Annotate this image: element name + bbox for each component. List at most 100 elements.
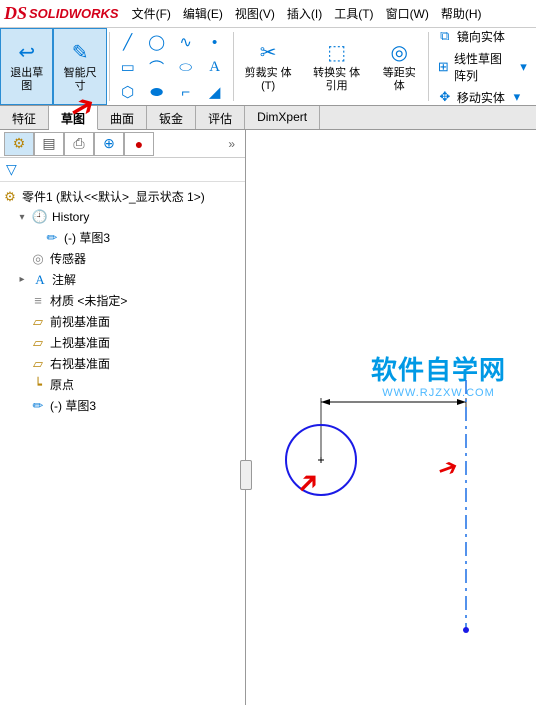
panel-tab-dimxpert[interactable]: ⊕ — [94, 132, 124, 156]
menu-tools[interactable]: 工具(T) — [329, 2, 378, 25]
tree-root-label: 零件1 (默认<<默认>_显示状态 1>) — [22, 188, 205, 205]
menu-help[interactable]: 帮助(H) — [436, 2, 487, 25]
mirror-label: 镜向实体 — [457, 28, 505, 45]
app-logo: DS SOLIDWORKS — [4, 3, 119, 24]
tree-annotations-label: 注解 — [52, 271, 76, 288]
dimxpert-icon: ⊕ — [103, 135, 115, 152]
history-icon: 🕘 — [32, 209, 48, 225]
panel-tab-property[interactable]: ▤ — [34, 132, 64, 156]
tree-history[interactable]: ▾ 🕘 History — [2, 207, 243, 227]
offset-icon: ◎ — [391, 41, 408, 65]
logo-text: SOLIDWORKS — [29, 6, 119, 21]
tree-sketch3[interactable]: ✏ (-) 草图3 — [2, 395, 243, 416]
circle-tool-icon[interactable]: ◯ — [144, 31, 170, 53]
tree-history-label: History — [52, 210, 89, 224]
convert-icon: ⬚ — [327, 41, 346, 65]
mirror-button[interactable]: ⧉ 镜向实体 — [435, 27, 532, 46]
linear-pattern-label: 线性草图阵列 — [454, 50, 513, 84]
sketch-icon: ✏ — [44, 230, 60, 246]
tree-sensors[interactable]: ◎ 传感器 — [2, 248, 243, 269]
move-button[interactable]: ✥ 移动实体 ▾ — [435, 88, 532, 107]
dropdown-icon: ▾ — [517, 59, 530, 75]
filter-icon[interactable]: ▽ — [6, 161, 17, 178]
menu-edit[interactable]: 编辑(E) — [178, 2, 228, 25]
text-tool-icon[interactable]: A — [202, 56, 228, 78]
tree-top-label: 上视基准面 — [50, 334, 110, 351]
sensors-icon: ◎ — [30, 251, 46, 267]
exit-sketch-button[interactable]: ↩ 退出草 图 — [0, 28, 53, 105]
exit-sketch-icon: ↩ — [18, 41, 35, 65]
chamfer-tool-icon[interactable]: ◢ — [202, 81, 228, 103]
convert-button[interactable]: ⬚ 转换实 体引用 — [301, 28, 373, 105]
panel-tab-appearance[interactable]: ● — [124, 132, 154, 156]
tree-annotations[interactable]: ▸ A 注解 — [2, 269, 243, 290]
tree-origin[interactable]: ┕ 原点 — [2, 374, 243, 395]
tab-evaluate[interactable]: 评估 — [196, 106, 245, 129]
arc-tool-icon[interactable]: ⌒ — [144, 56, 170, 78]
tab-surface[interactable]: 曲面 — [98, 106, 147, 129]
panel-tab-feature-tree[interactable]: ⚙ — [4, 132, 34, 156]
spline-tool-icon[interactable]: ∿ — [173, 31, 199, 53]
trim-label: 剪裁实 体(T) — [243, 67, 294, 93]
feature-tree-icon: ⚙ — [13, 135, 26, 152]
sketch-tools-grid: ╱ ◯ ∿ • ▭ ⌒ ⬭ A ⬡ ⬬ ⌐ ◢ — [112, 28, 231, 105]
move-label: 移动实体 — [457, 89, 505, 106]
tree-sketch3a-label: (-) 草图3 — [64, 229, 110, 246]
menu-bar: DS SOLIDWORKS 文件(F) 编辑(E) 视图(V) 插入(I) 工具… — [0, 0, 536, 28]
config-icon: ⎙ — [73, 135, 84, 152]
panel-tabs: ⚙ ▤ ⎙ ⊕ ● » — [0, 130, 245, 158]
tab-feature[interactable]: 特征 — [0, 106, 49, 129]
tree-sensors-label: 传感器 — [50, 250, 86, 267]
appearance-icon: ● — [135, 136, 143, 152]
menu-insert[interactable]: 插入(I) — [282, 2, 327, 25]
tree-front-plane[interactable]: ▱ 前视基准面 — [2, 311, 243, 332]
menu-window[interactable]: 窗口(W) — [381, 2, 434, 25]
convert-label: 转换实 体引用 — [308, 67, 366, 93]
tree-root[interactable]: ⚙ 零件1 (默认<<默认>_显示状态 1>) — [2, 186, 243, 207]
mirror-icon: ⧉ — [437, 28, 453, 44]
tree-front-label: 前视基准面 — [50, 313, 110, 330]
ribbon-separator — [109, 32, 110, 101]
ribbon-separator — [428, 32, 429, 101]
logo-ds-icon: DS — [4, 3, 27, 24]
dropdown-icon: ▾ — [509, 89, 525, 105]
property-icon: ▤ — [42, 135, 55, 152]
slot-tool-icon[interactable]: ⬬ — [144, 81, 170, 103]
tree-sketch3-history[interactable]: ✏ (-) 草图3 — [2, 227, 243, 248]
tab-sheetmetal[interactable]: 钣金 — [147, 106, 196, 129]
linear-pattern-button[interactable]: ⊞ 线性草图阵列 ▾ — [435, 49, 532, 85]
line-tool-icon[interactable]: ╱ — [115, 31, 141, 53]
filter-bar: ▽ — [0, 158, 245, 182]
plane-icon: ▱ — [30, 356, 46, 372]
plane-icon: ▱ — [30, 335, 46, 351]
menu-view[interactable]: 视图(V) — [230, 2, 280, 25]
panel-expand-icon[interactable]: » — [222, 137, 241, 151]
tree-sketch3b-label: (-) 草图3 — [50, 397, 96, 414]
trim-button[interactable]: ✂ 剪裁实 体(T) — [236, 28, 301, 105]
offset-button[interactable]: ◎ 等距实 体 — [373, 28, 426, 105]
tree-top-plane[interactable]: ▱ 上视基准面 — [2, 332, 243, 353]
tab-dimxpert[interactable]: DimXpert — [245, 106, 320, 129]
trim-icon: ✂ — [260, 41, 277, 65]
feature-tree: ⚙ 零件1 (默认<<默认>_显示状态 1>) ▾ 🕘 History ✏ (-… — [0, 182, 245, 705]
annotations-icon: A — [32, 272, 48, 288]
tree-material-label: 材质 <未指定> — [50, 292, 127, 309]
menu-file[interactable]: 文件(F) — [127, 2, 176, 25]
smart-dimension-icon: ✎ — [72, 41, 89, 65]
main-area: ⚙ ▤ ⎙ ⊕ ● » ▽ ⚙ 零件1 (默认<<默认>_显示状态 1>) ▾ … — [0, 130, 536, 705]
offset-label: 等距实 体 — [380, 67, 419, 93]
rect-tool-icon[interactable]: ▭ — [115, 56, 141, 78]
drawing-canvas[interactable]: 软件自学网 WWW.RJZXW.COM ➔ ➔ — [246, 130, 536, 705]
polygon-tool-icon[interactable]: ⬡ — [115, 81, 141, 103]
tree-material[interactable]: ≡ 材质 <未指定> — [2, 290, 243, 311]
tree-right-plane[interactable]: ▱ 右视基准面 — [2, 353, 243, 374]
panel-tab-config[interactable]: ⎙ — [64, 132, 94, 156]
expand-icon[interactable]: ▸ — [16, 274, 28, 285]
move-icon: ✥ — [437, 89, 453, 105]
fillet-tool-icon[interactable]: ⌐ — [173, 81, 199, 103]
linear-pattern-icon: ⊞ — [437, 59, 450, 75]
ellipse-tool-icon[interactable]: ⬭ — [173, 56, 199, 78]
collapse-icon[interactable]: ▾ — [16, 212, 28, 223]
tree-right-label: 右视基准面 — [50, 355, 110, 372]
point-tool-icon[interactable]: • — [202, 31, 228, 53]
